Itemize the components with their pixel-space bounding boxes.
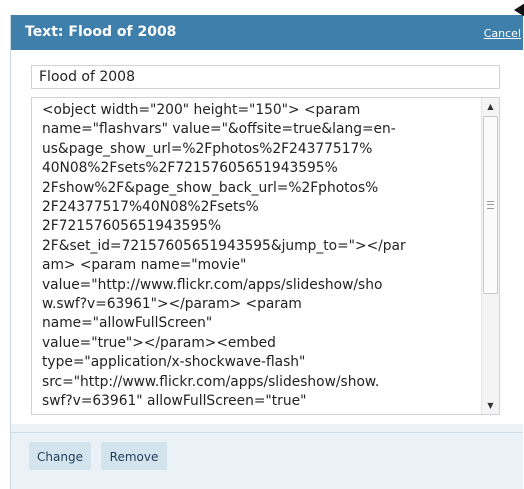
scroll-down-arrow-icon[interactable]: ▼ — [482, 397, 499, 414]
embed-code-line: name="allowFullScreen" — [42, 315, 213, 332]
embed-code-line: src="http://www.flickr.com/apps/slidesho… — [42, 373, 380, 390]
embed-code-line: 40N08%2Fsets%2F72157605651943595% — [42, 160, 338, 177]
embed-code-line: am> <param name="movie" — [42, 257, 247, 274]
embed-code-line: value="http://www.flickr.com/apps/slides… — [42, 276, 383, 293]
scroll-up-arrow-icon[interactable]: ▲ — [482, 98, 499, 115]
remove-button[interactable]: Remove — [101, 442, 167, 470]
embed-code-line: 2F72157605651943595% — [42, 218, 222, 235]
embed-code-line: <object width="200" height="150"> <param — [42, 102, 361, 118]
dialog-title: Text: Flood of 2008 — [25, 24, 177, 40]
cancel-link[interactable]: Cancel — [484, 27, 521, 40]
thumb-grip-icon — [487, 201, 494, 209]
embed-code-line: 2F24377517%40N08%2Fsets% — [42, 199, 259, 216]
scrollbar-thumb[interactable] — [483, 116, 498, 294]
pointer-arrow-icon — [514, 3, 524, 17]
footer-divider — [11, 432, 523, 433]
embed-code-line: w.swf?v=63961"></param> <param — [42, 296, 302, 313]
embed-code-line: us&page_show_url=%2Fphotos%2F24377517% — [42, 140, 373, 157]
edit-text-dialog: Text: Flood of 2008 Cancel <object width… — [10, 3, 524, 489]
title-input[interactable] — [31, 65, 500, 89]
textarea-scrollbar[interactable]: ▲ ▼ — [481, 98, 499, 414]
embed-code-line: 2Fshow%2F&page_show_back_url=%2Fphotos% — [42, 179, 379, 196]
change-button[interactable]: Change — [29, 442, 91, 470]
embed-code-line: name="flashvars" value="&offsite=true&la… — [42, 121, 396, 138]
dialog-titlebar: Text: Flood of 2008 Cancel — [11, 3, 524, 50]
embed-code-line: type="application/x-shockwave-flash" — [42, 354, 306, 371]
embed-code-line: swf?v=63961" allowFullScreen="true" — [42, 393, 307, 410]
form-area: <object width="200" height="150"> <param… — [11, 50, 523, 424]
embed-code-textarea[interactable]: <object width="200" height="150"> <param… — [31, 97, 500, 415]
embed-code-line: value="true"></param><embed — [42, 334, 276, 351]
embed-code-line: 2F&set_id=72157605651943595&jump_to="></… — [42, 237, 406, 254]
embed-code-text[interactable]: <object width="200" height="150"> <param… — [42, 101, 472, 411]
